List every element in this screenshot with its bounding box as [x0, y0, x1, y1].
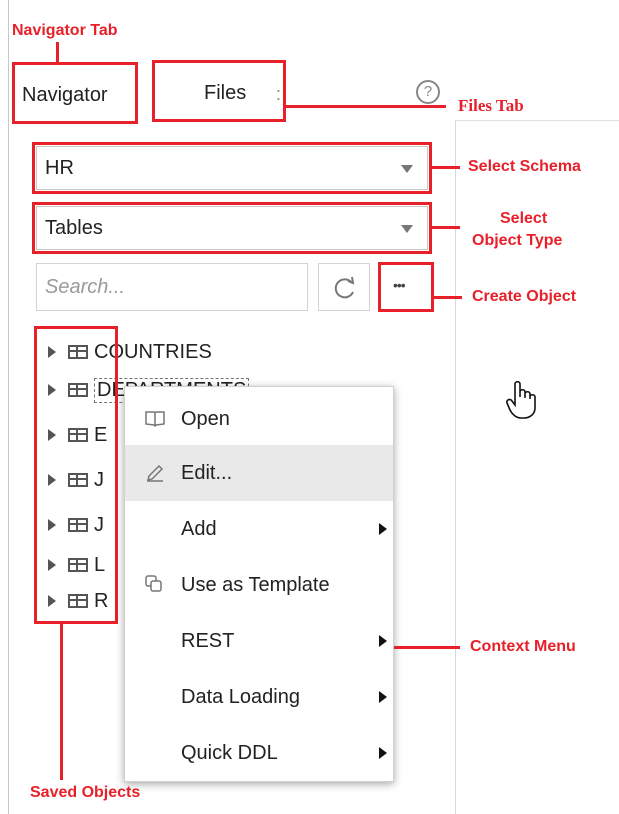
- annotation-box: [32, 142, 432, 194]
- annotation-files-tab: Files Tab: [458, 96, 524, 115]
- menu-item-edit[interactable]: Edit...: [125, 445, 393, 501]
- menu-item-rest[interactable]: REST: [125, 613, 393, 669]
- panel-top-divider: [455, 120, 619, 121]
- menu-item-add[interactable]: Add: [125, 501, 393, 557]
- search-input[interactable]: Search...: [36, 263, 308, 311]
- annotation-select-object-type-2: Object Type: [472, 232, 563, 249]
- menu-item-quick-ddl[interactable]: Quick DDL: [125, 725, 393, 781]
- panel-left-border: [8, 0, 9, 814]
- tab-divider: :: [276, 84, 282, 104]
- tab-navigator[interactable]: Navigator: [22, 84, 108, 107]
- hand-cursor-icon: [506, 380, 536, 419]
- context-menu: Open Edit... Add Use as Template REST Da…: [124, 386, 394, 782]
- menu-item-label: REST: [181, 629, 235, 652]
- menu-item-label: Quick DDL: [181, 741, 278, 764]
- submenu-arrow-icon: [379, 747, 387, 759]
- annotation-line: [394, 646, 460, 649]
- menu-item-label: Add: [181, 517, 217, 540]
- copy-icon: [145, 575, 163, 598]
- annotation-context-menu: Context Menu: [470, 638, 576, 655]
- annotation-line: [432, 166, 460, 169]
- annotation-box: [34, 326, 118, 624]
- annotation-navigator-tab: Navigator Tab: [12, 22, 118, 39]
- annotation-line: [434, 296, 462, 299]
- submenu-arrow-icon: [379, 523, 387, 535]
- panel-right-border: [455, 120, 456, 814]
- annotation-box: [32, 202, 432, 254]
- menu-item-data-loading[interactable]: Data Loading: [125, 669, 393, 725]
- submenu-arrow-icon: [379, 635, 387, 647]
- submenu-arrow-icon: [379, 691, 387, 703]
- refresh-icon: [334, 276, 355, 299]
- menu-item-label: Data Loading: [181, 685, 300, 708]
- annotation-box: [378, 262, 434, 312]
- annotation-create-object: Create Object: [472, 288, 577, 305]
- menu-item-label: Open: [181, 407, 230, 430]
- annotation-line: [56, 42, 59, 64]
- menu-item-open[interactable]: Open: [125, 391, 393, 447]
- book-icon: [145, 409, 165, 432]
- menu-item-label: Edit...: [181, 461, 233, 484]
- menu-item-use-as-template[interactable]: Use as Template: [125, 557, 393, 613]
- annotation-select-object-type-1: Select: [500, 210, 548, 227]
- help-circle-icon[interactable]: ?: [416, 80, 440, 104]
- refresh-button[interactable]: [318, 263, 370, 311]
- annotation-saved-objects: Saved Objects: [30, 784, 141, 801]
- annotation-select-schema: Select Schema: [468, 158, 581, 175]
- annotation-line: [286, 105, 446, 108]
- annotation-line: [60, 624, 63, 780]
- annotation-line: [432, 226, 460, 229]
- menu-item-label: Use as Template: [181, 573, 330, 596]
- tab-files[interactable]: Files: [204, 82, 246, 105]
- pencil-icon: [145, 463, 165, 488]
